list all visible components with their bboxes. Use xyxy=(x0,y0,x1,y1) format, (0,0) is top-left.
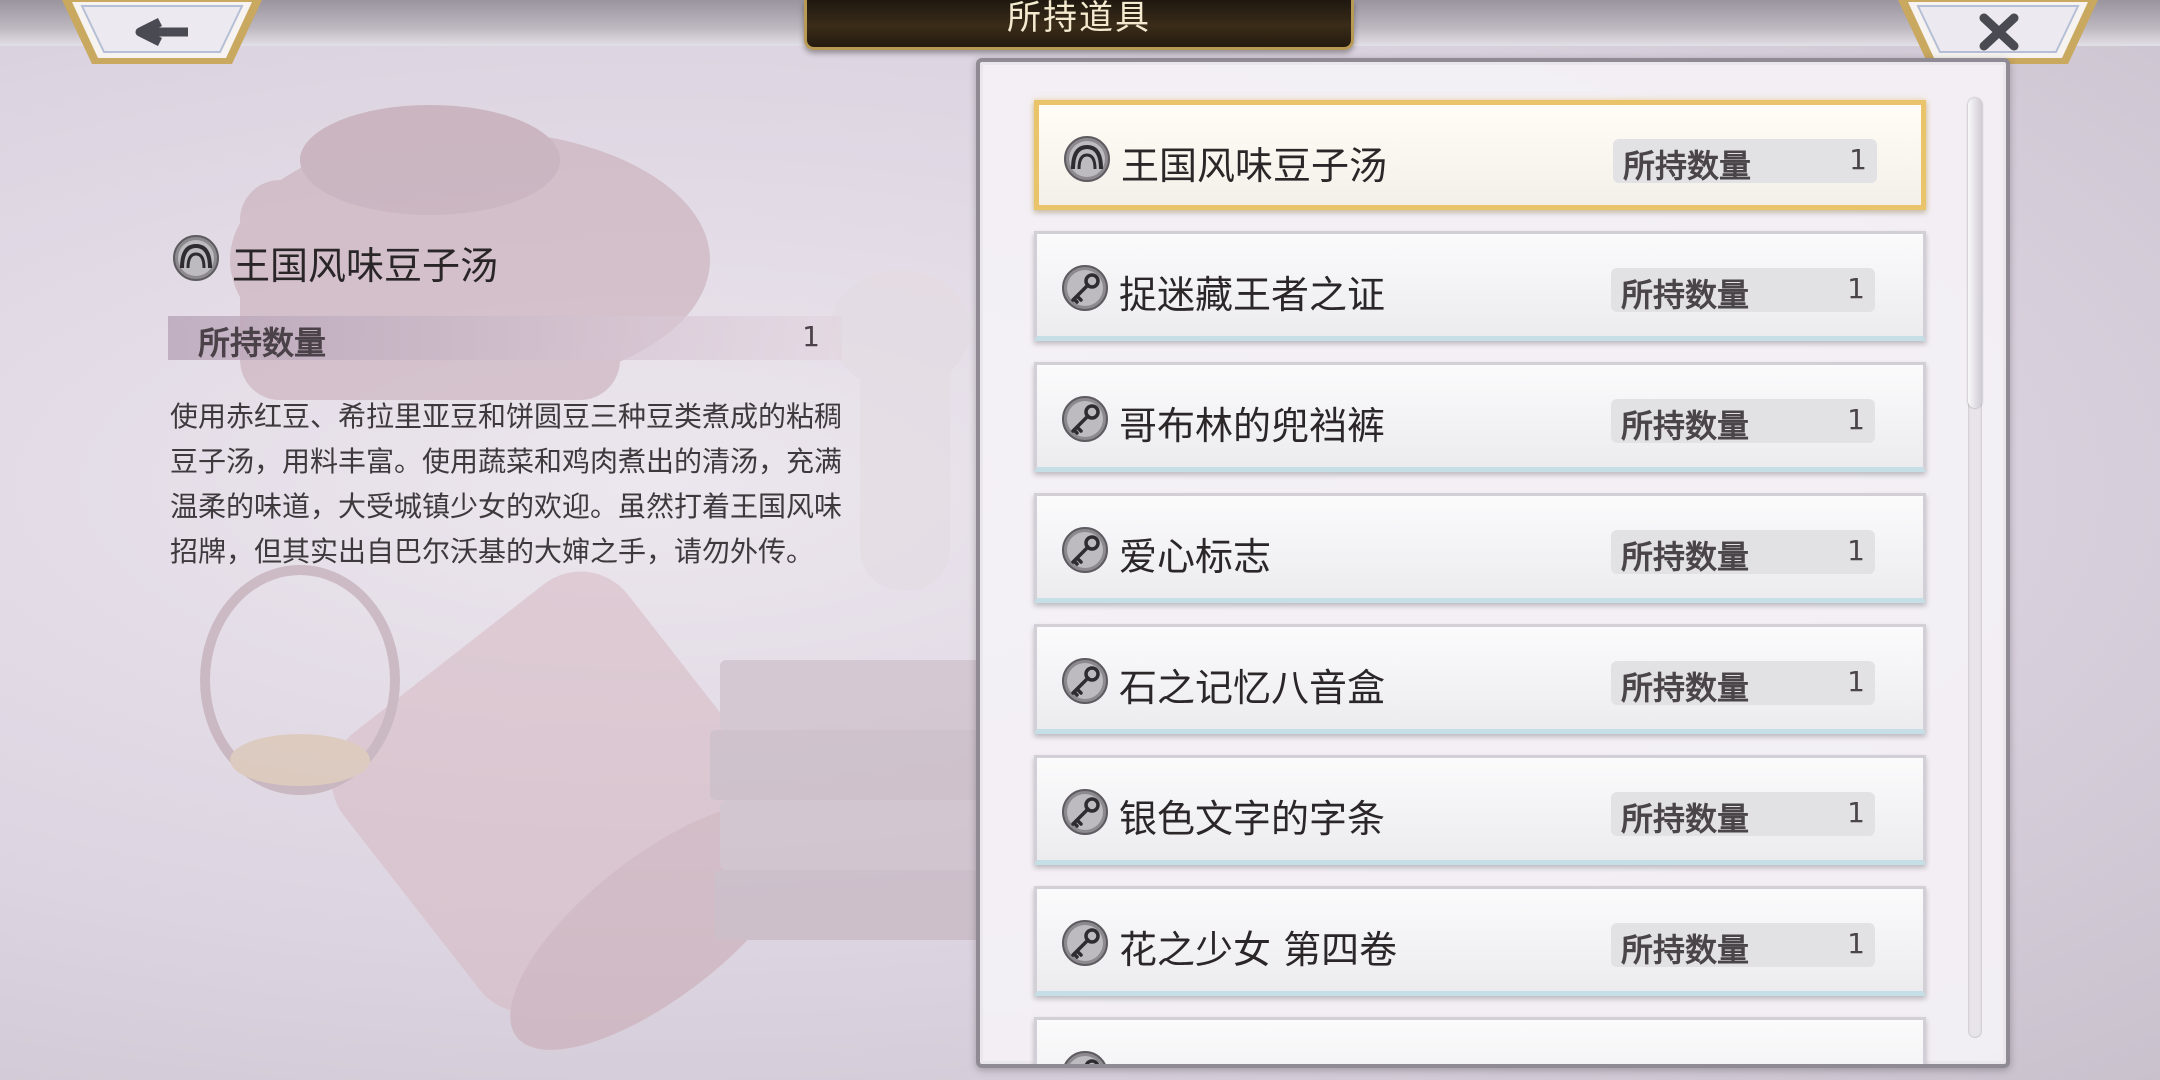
back-button[interactable] xyxy=(62,0,262,66)
quantity-value: 1 xyxy=(1847,534,1865,567)
page-title: 所持道具 xyxy=(1007,0,1151,38)
key-icon xyxy=(1062,789,1108,835)
key-icon xyxy=(1062,265,1108,311)
bowl-dish-icon xyxy=(173,235,219,281)
item-row[interactable]: 王国风味豆子汤 所持数量 1 xyxy=(1034,100,1926,210)
quantity-value: 1 xyxy=(1849,143,1867,176)
item-row[interactable] xyxy=(1034,1017,1926,1064)
close-button[interactable] xyxy=(1898,0,2098,66)
key-icon xyxy=(1062,658,1108,704)
item-quantity-box: 所持数量 1 xyxy=(1611,923,1875,969)
item-quantity-box: 所持数量 1 xyxy=(1611,399,1875,445)
x-close-icon xyxy=(1898,0,2098,64)
quantity-label: 所持数量 xyxy=(1623,147,1752,185)
item-quantity-box: 所持数量 1 xyxy=(1611,792,1875,838)
item-name: 爱心标志 xyxy=(1119,535,1272,579)
title-plate: 所持道具 xyxy=(804,0,1354,50)
item-name: 哥布林的兜裆裤 xyxy=(1119,404,1386,448)
item-description: 使用赤红豆、希拉里亚豆和饼圆豆三种豆类煮成的粘稠豆子汤，用料丰富。使用蔬菜和鸡肉… xyxy=(170,400,843,568)
quantity-value: 1 xyxy=(802,320,820,353)
quantity-value: 1 xyxy=(1847,796,1865,829)
item-detail-name: 王国风味豆子汤 xyxy=(232,244,499,288)
quantity-value: 1 xyxy=(1847,665,1865,698)
quantity-value: 1 xyxy=(1847,927,1865,960)
key-icon xyxy=(1064,1051,1106,1064)
bowl-dish-icon xyxy=(1064,136,1110,182)
scrollbar-track[interactable] xyxy=(1968,98,1982,1038)
item-name: 王国风味豆子汤 xyxy=(1121,144,1388,188)
quantity-label: 所持数量 xyxy=(198,324,327,362)
quantity-label: 所持数量 xyxy=(1621,669,1750,707)
quantity-value: 1 xyxy=(1847,403,1865,436)
item-detail-quantity-bar: 所持数量 1 xyxy=(168,316,842,362)
item-row[interactable]: 哥布林的兜裆裤 所持数量 1 xyxy=(1034,362,1926,472)
item-list[interactable]: 王国风味豆子汤 所持数量 1 捉迷藏王者之证 所持数量 1 哥布林的兜裆裤 所持… xyxy=(980,62,2006,1064)
quantity-label: 所持数量 xyxy=(1621,407,1750,445)
item-row[interactable]: 石之记忆八音盒 所持数量 1 xyxy=(1034,624,1926,734)
item-row[interactable]: 银色文字的字条 所持数量 1 xyxy=(1034,755,1926,865)
quantity-label: 所持数量 xyxy=(1621,931,1750,969)
item-quantity-box: 所持数量 1 xyxy=(1611,661,1875,707)
item-list-panel: 王国风味豆子汤 所持数量 1 捉迷藏王者之证 所持数量 1 哥布林的兜裆裤 所持… xyxy=(976,58,2010,1068)
quantity-label: 所持数量 xyxy=(1621,276,1750,314)
key-icon xyxy=(1062,396,1108,442)
item-quantity-box: 所持数量 1 xyxy=(1611,530,1875,576)
scrollbar-thumb[interactable] xyxy=(1968,98,1982,408)
left-arrow-icon xyxy=(62,0,262,64)
item-name: 石之记忆八音盒 xyxy=(1119,666,1386,710)
quantity-label: 所持数量 xyxy=(1621,800,1750,838)
quantity-label: 所持数量 xyxy=(1621,538,1750,576)
key-icon xyxy=(1062,920,1108,966)
item-quantity-box: 所持数量 1 xyxy=(1611,268,1875,314)
item-name: 捉迷藏王者之证 xyxy=(1119,273,1386,317)
item-name: 花之少女 第四卷 xyxy=(1119,928,1398,972)
item-name: 银色文字的字条 xyxy=(1119,797,1386,841)
quantity-value: 1 xyxy=(1847,272,1865,305)
key-icon xyxy=(1062,527,1108,573)
item-row[interactable]: 花之少女 第四卷 所持数量 1 xyxy=(1034,886,1926,996)
item-row[interactable]: 捉迷藏王者之证 所持数量 1 xyxy=(1034,231,1926,341)
item-quantity-box: 所持数量 1 xyxy=(1613,139,1877,185)
item-row[interactable]: 爱心标志 所持数量 1 xyxy=(1034,493,1926,603)
